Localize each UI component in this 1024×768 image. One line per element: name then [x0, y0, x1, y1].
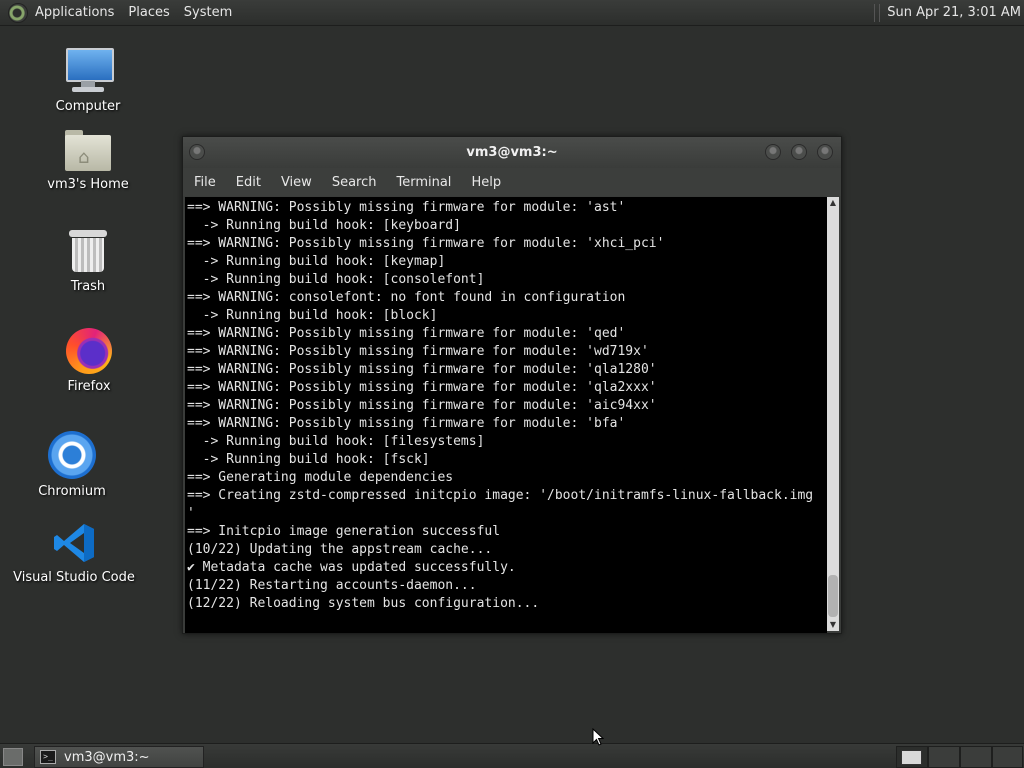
desktop-icon-chromium[interactable]: Chromium: [10, 431, 134, 499]
distro-logo-icon[interactable]: [8, 2, 28, 23]
terminal-line: ==> WARNING: Possibly missing firmware f…: [187, 362, 657, 377]
scroll-up-icon[interactable]: ▲: [827, 197, 839, 209]
desktop-icon-trash[interactable]: Trash: [26, 230, 150, 294]
terminal-icon: >_: [40, 750, 56, 764]
show-desktop-icon[interactable]: [3, 748, 23, 766]
trash-icon: [69, 230, 107, 274]
taskbar-button-terminal[interactable]: >_ vm3@vm3:~: [34, 746, 204, 768]
workspace-1[interactable]: [896, 746, 928, 768]
mouse-cursor-icon: [592, 728, 604, 746]
terminal-line: -> Running build hook: [keymap]: [187, 254, 446, 269]
terminal-line: ==> Initcpio image generation successful: [187, 524, 501, 539]
close-icon[interactable]: [817, 144, 833, 160]
menu-edit[interactable]: Edit: [226, 175, 271, 190]
terminal-line: ==> WARNING: Possibly missing firmware f…: [187, 380, 657, 395]
desktop-icon-label: Computer: [55, 99, 121, 114]
scroll-down-icon[interactable]: ▼: [827, 619, 839, 631]
places-menu[interactable]: Places: [128, 5, 169, 20]
terminal-window[interactable]: vm3@vm3:~ File Edit View Search Terminal…: [182, 136, 842, 634]
desktop-icon-computer[interactable]: Computer: [26, 46, 150, 114]
window-titlebar[interactable]: vm3@vm3:~: [183, 137, 841, 168]
menu-view[interactable]: View: [271, 175, 322, 190]
menu-help[interactable]: Help: [461, 175, 511, 190]
computer-icon: [64, 46, 114, 94]
terminal-line: ==> Generating module dependencies: [187, 470, 454, 485]
terminal-line: ==> Creating zstd-compressed initcpio im…: [187, 488, 814, 503]
terminal-line: (12/22) Reloading system bus configurati…: [187, 596, 540, 611]
terminal-line: ==> WARNING: Possibly missing firmware f…: [187, 398, 657, 413]
workspace-2[interactable]: [928, 746, 960, 768]
taskbar-button-label: vm3@vm3:~: [64, 749, 150, 765]
terminal-scrollbar[interactable]: ▲ ▼: [827, 197, 839, 631]
top-panel: Applications Places System Sun Apr 21, 3…: [0, 0, 1024, 26]
desktop-icon-firefox[interactable]: Firefox: [27, 328, 151, 394]
desktop-icon-label: vm3's Home: [47, 177, 129, 192]
window-menu-icon[interactable]: [189, 144, 205, 160]
desktop-icon-label: Firefox: [67, 379, 111, 394]
terminal-output[interactable]: ==> WARNING: Possibly missing firmware f…: [185, 197, 827, 633]
menu-search[interactable]: Search: [322, 175, 387, 190]
terminal-line: ✔ Metadata cache was updated successfull…: [187, 560, 516, 575]
maximize-icon[interactable]: [791, 144, 807, 160]
terminal-line: -> Running build hook: [consolefont]: [187, 272, 485, 287]
terminal-line: ==> WARNING: consolefont: no font found …: [187, 290, 626, 305]
chromium-icon: [48, 431, 96, 479]
desktop-icon-label: Chromium: [38, 484, 106, 499]
workspace-4[interactable]: [992, 746, 1023, 768]
bottom-panel: >_ vm3@vm3:~: [0, 743, 1024, 768]
window-title: vm3@vm3:~: [466, 145, 558, 160]
desktop-icon-label: Trash: [70, 279, 106, 294]
terminal-line: -> Running build hook: [keyboard]: [187, 218, 461, 233]
terminal-line: ==> WARNING: Possibly missing firmware f…: [187, 326, 626, 341]
desktop: Applications Places System Sun Apr 21, 3…: [0, 0, 1024, 768]
menu-file[interactable]: File: [183, 175, 226, 190]
applications-menu[interactable]: Applications: [35, 5, 114, 20]
scrollbar-thumb[interactable]: [828, 575, 838, 617]
firefox-icon: [66, 328, 112, 374]
menu-terminal[interactable]: Terminal: [386, 175, 461, 190]
terminal-menubar: File Edit View Search Terminal Help: [183, 168, 841, 196]
terminal-line: -> Running build hook: [filesystems]: [187, 434, 485, 449]
terminal-line: ==> WARNING: Possibly missing firmware f…: [187, 416, 626, 431]
terminal-line: (10/22) Updating the appstream cache...: [187, 542, 493, 557]
home-folder-icon: ⌂: [65, 130, 111, 172]
workspace-3[interactable]: [960, 746, 992, 768]
terminal-line: ==> WARNING: Possibly missing firmware f…: [187, 200, 626, 215]
system-menu[interactable]: System: [184, 5, 232, 20]
desktop-icon-home[interactable]: ⌂ vm3's Home: [26, 130, 150, 192]
minimize-icon[interactable]: [765, 144, 781, 160]
terminal-line: ==> WARNING: Possibly missing firmware f…: [187, 344, 649, 359]
desktop-icon-label: Visual Studio Code: [13, 570, 135, 585]
terminal-line: -> Running build hook: [fsck]: [187, 452, 430, 467]
terminal-line: (11/22) Restarting accounts-daemon...: [187, 578, 477, 593]
panel-separator: [874, 3, 881, 22]
vscode-icon: [52, 521, 96, 565]
clock[interactable]: Sun Apr 21, 3:01 AM: [887, 5, 1021, 20]
desktop-icon-vscode[interactable]: Visual Studio Code: [12, 521, 136, 585]
terminal-line: -> Running build hook: [block]: [187, 308, 438, 323]
terminal-line: ==> WARNING: Possibly missing firmware f…: [187, 236, 665, 251]
terminal-line: ': [187, 506, 195, 521]
